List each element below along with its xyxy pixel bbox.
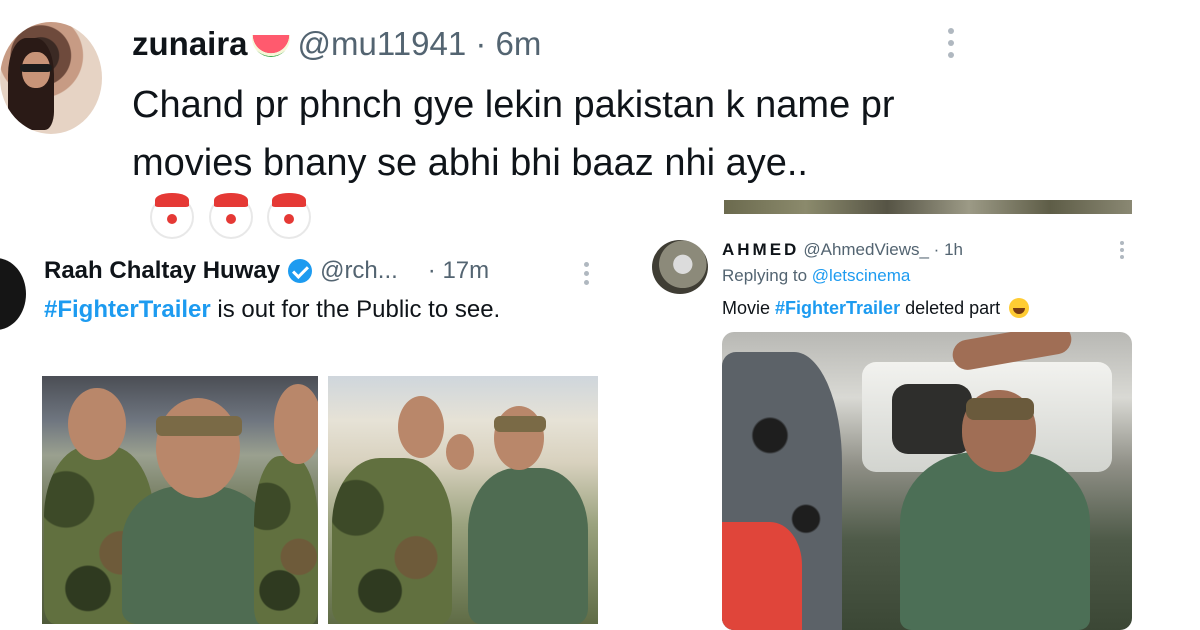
more-dot xyxy=(948,28,954,34)
video-blindfold xyxy=(966,398,1034,420)
avatar-sunglasses xyxy=(20,64,52,72)
photo-person xyxy=(332,458,452,624)
video-pilot xyxy=(900,452,1090,630)
left-tweet-more-icon[interactable] xyxy=(580,262,592,292)
photo-person xyxy=(254,456,318,624)
replying-to-label: Replying to xyxy=(722,266,808,285)
more-dot xyxy=(1120,241,1124,245)
right-tweet-author-name[interactable]: AHMED xyxy=(722,240,799,260)
photo-blindfold xyxy=(156,416,242,436)
top-tweet-body: Chand pr phnch gye lekin pakistan k name… xyxy=(132,84,895,184)
photo-pilot xyxy=(468,468,588,624)
right-tweet-handle-time[interactable]: @AhmedViews_ · 1h xyxy=(803,240,963,260)
photo-pilot xyxy=(122,486,272,624)
right-tweet-more-icon[interactable] xyxy=(1117,241,1127,265)
more-dot xyxy=(583,280,589,285)
clown-emoji-group xyxy=(146,192,312,250)
left-tweet-text: #FighterTrailer is out for the Public to… xyxy=(44,293,584,327)
right-tweet-suffix: deleted part xyxy=(905,298,1001,318)
video-red-cloth xyxy=(722,522,802,630)
clown-face-icon xyxy=(208,193,253,239)
hashtag-link[interactable]: #FighterTrailer xyxy=(775,298,900,318)
more-dot xyxy=(583,262,589,267)
left-tweet-photo-1[interactable] xyxy=(42,376,318,624)
left-tweet-photo-2[interactable] xyxy=(328,376,598,624)
photo-person-head xyxy=(446,434,474,470)
right-tweet-header: AHMED @AhmedViews_ · 1h xyxy=(722,238,963,262)
left-tweet-time[interactable]: · 17m xyxy=(428,257,489,285)
photo-person-head xyxy=(398,396,444,458)
left-tweet-author-name[interactable]: Raah Chaltay Huway xyxy=(44,257,280,285)
clown-face-icon xyxy=(267,193,312,239)
top-tweet-header: zunaira @mu11941 · 6m xyxy=(132,24,541,64)
top-tweet-author-name[interactable]: zunaira xyxy=(132,25,248,63)
left-tweet-handle[interactable]: @rch... xyxy=(320,257,398,285)
photo-person-head xyxy=(274,384,318,464)
photo-blindfold xyxy=(494,416,546,432)
top-tweet-more-icon[interactable] xyxy=(943,28,959,66)
right-tweet-prefix: Movie xyxy=(722,298,771,318)
right-tweet-text: Movie #FighterTrailer deleted part xyxy=(722,298,1030,319)
right-tweet-video[interactable] xyxy=(722,332,1132,630)
photo-person-head xyxy=(68,388,126,460)
right-tweet-avatar[interactable] xyxy=(652,240,708,294)
more-dot xyxy=(583,271,589,276)
left-tweet-body: is out for the Public to see. xyxy=(210,296,501,323)
clown-face-icon xyxy=(150,193,194,239)
tears-of-joy-icon xyxy=(1009,298,1030,318)
left-tweet-avatar[interactable] xyxy=(0,258,26,330)
more-dot xyxy=(948,52,954,58)
photo-pilot-head xyxy=(156,398,240,498)
hashtag-link[interactable]: #FighterTrailer xyxy=(44,296,211,323)
left-tweet-header: Raah Chaltay Huway @rch... · 17m xyxy=(44,256,489,286)
top-tweet-handle-time[interactable]: @mu11941 · 6m xyxy=(298,25,542,63)
replying-to-line: Replying to @letscinema xyxy=(722,266,910,286)
video-car-seat xyxy=(892,384,972,454)
more-dot xyxy=(1120,248,1124,252)
more-dot xyxy=(948,40,954,46)
top-tweet-text: Chand pr phnch gye lekin pakistan k name… xyxy=(132,76,952,250)
watermelon-icon xyxy=(251,35,290,57)
partial-image-strip xyxy=(724,200,1132,214)
verified-badge-icon xyxy=(288,259,313,283)
more-dot xyxy=(1120,255,1124,259)
replying-to-handle[interactable]: @letscinema xyxy=(812,266,911,285)
top-tweet-avatar[interactable] xyxy=(0,22,102,134)
